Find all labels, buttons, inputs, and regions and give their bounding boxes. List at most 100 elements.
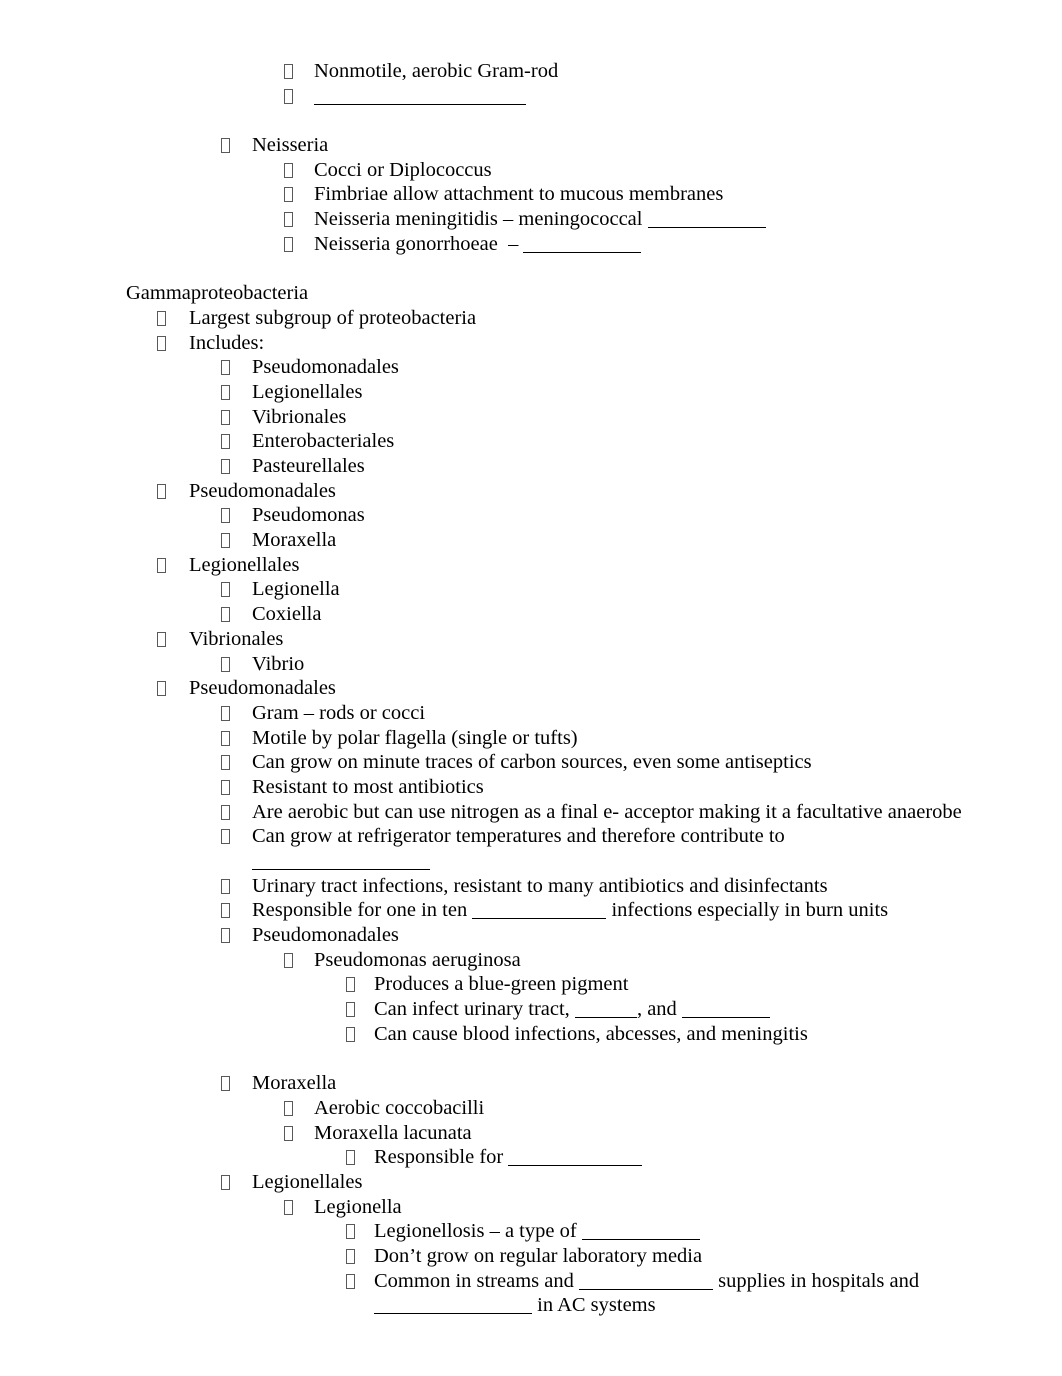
list-item: Legionella [0, 1195, 1062, 1220]
list-item-line-2: in AC systems [374, 1293, 919, 1318]
bullet-box-icon [346, 1249, 355, 1264]
document-page: Nonmotile, aerobic Gram-rod Neisseria Co… [0, 0, 1062, 1376]
list-item: Legionellales [0, 380, 1062, 405]
bullet-box-icon [221, 829, 230, 845]
bullet-box-icon [221, 582, 230, 598]
list-item-text-tail: supplies in hospitals and [712, 1269, 920, 1292]
list-item: Don’t grow on regular laboratory media [0, 1244, 1062, 1269]
list-item: Legionellales [0, 553, 1062, 578]
list-item: Aerobic coccobacilli [0, 1096, 1062, 1121]
bullet-box-icon [221, 779, 230, 795]
list-item: Gram – rods or cocci [0, 701, 1062, 726]
list-item-label: Responsible for one in ten infections es… [252, 898, 888, 923]
bullet-box-icon [221, 508, 230, 524]
list-item-label: Pseudomonas [252, 504, 365, 527]
section-heading-label: Gammaproteobacteria [126, 282, 309, 305]
list-item-label: Coxiella [252, 603, 322, 626]
list-item-label: Legionellales [252, 380, 363, 403]
list-item: Pseudomonadales [0, 923, 1062, 948]
bullet-box-icon [346, 1150, 355, 1166]
bullet-box-icon [157, 310, 166, 326]
list-item: Can infect urinary tract, , and [0, 997, 1062, 1022]
list-item: Pseudomonadales [0, 676, 1062, 701]
list-item-label: Motile by polar flagella (single or tuft… [252, 726, 578, 749]
list-item-text: Common in streams and [374, 1269, 579, 1292]
list-item-label: Responsible for [374, 1145, 643, 1170]
list-item-label: Nonmotile, aerobic Gram-rod [314, 60, 559, 82]
list-item: Neisseria [0, 133, 1062, 158]
list-item-blank [0, 84, 1062, 109]
bullet-box-icon [221, 434, 230, 450]
bullet-box-icon [284, 88, 293, 104]
list-item: Can grow on minute traces of carbon sour… [0, 750, 1062, 775]
list-item-label: Moraxella lacunata [314, 1121, 472, 1144]
bullet-box-icon [284, 1125, 293, 1141]
list-item: Legionella [0, 577, 1062, 602]
list-item-label: Pasteurellales [252, 455, 365, 477]
list-item-label: Pseudomonadales [189, 479, 336, 502]
blank-underline [647, 213, 766, 229]
blank-underline [574, 1003, 637, 1019]
list-item-text: Responsible for one in ten [252, 899, 473, 922]
bullet-box-icon [221, 607, 230, 623]
list-item: Vibrionales [0, 405, 1062, 430]
list-item: Neisseria gonorrhoeae – [0, 232, 1062, 257]
list-item-text: Neisseria gonorrhoeae – [314, 232, 524, 255]
list-item-text: Can infect urinary tract, [374, 998, 575, 1021]
bullet-box-icon [284, 1199, 293, 1215]
bullet-box-icon [221, 533, 230, 549]
list-item-text-tail2: in AC systems [532, 1294, 656, 1317]
bullet-box-icon [346, 1026, 355, 1042]
list-item-label: Pseudomonadales [252, 924, 399, 947]
list-item: Pasteurellales [0, 454, 1062, 479]
bullet-box-icon [346, 1224, 355, 1240]
list-item-label: Don’t grow on regular laboratory media [374, 1245, 703, 1267]
list-item-label: Can infect urinary tract, , and [374, 997, 770, 1022]
list-item-label: Gram – rods or cocci [252, 701, 426, 724]
bullet-box-icon [157, 681, 166, 697]
bullet-box-icon [221, 903, 230, 919]
list-item: Common in streams and supplies in hospit… [0, 1269, 1062, 1318]
bullet-box-icon [221, 730, 230, 746]
bullet-box-icon [221, 755, 230, 771]
bullet-box-icon [284, 952, 293, 968]
list-item: Responsible for one in ten infections es… [0, 898, 1062, 923]
list-item-label: Neisseria [252, 134, 329, 157]
list-item: Legionellales [0, 1170, 1062, 1195]
list-item: Vibrionales [0, 627, 1062, 652]
bullet-box-icon [157, 631, 166, 647]
list-item: Moraxella lacunata [0, 1121, 1062, 1146]
list-item-label: Legionellosis – a type of [374, 1219, 700, 1244]
bullet-box-icon [221, 1076, 230, 1092]
list-item-label: Legionellales [252, 1170, 363, 1193]
list-item-text-tail: infections especially in burn units [606, 899, 889, 922]
list-item: Can cause blood infections, abcesses, an… [0, 1022, 1062, 1047]
list-item-label: Enterobacteriales [252, 430, 395, 453]
list-item: Resistant to most antibiotics [0, 775, 1062, 800]
list-item-label: Vibrio [252, 652, 305, 675]
bullet-box-icon [221, 804, 230, 820]
list-item-label: Legionella [314, 1195, 402, 1218]
list-item: Nonmotile, aerobic Gram-rod [0, 59, 1062, 84]
list-item: Neisseria meningitidis – meningococcal [0, 207, 1062, 232]
bullet-box-icon [157, 335, 166, 351]
list-item-label: Fimbriae allow attachment to mucous memb… [314, 183, 724, 206]
list-item-label: Pseudomonadales [189, 677, 336, 700]
fill-in-blank [252, 849, 785, 874]
list-item-text: Responsible for [374, 1146, 509, 1169]
list-item: Enterobacteriales [0, 429, 1062, 454]
blank-underline [581, 1225, 700, 1241]
bullet-box-icon [221, 138, 230, 154]
list-item: Are aerobic but can use nitrogen as a fi… [0, 800, 1062, 825]
list-item: Moraxella [0, 1071, 1062, 1096]
list-item-label: Can grow on minute traces of carbon sour… [252, 751, 812, 774]
list-item-label: Can grow at refrigerator temperatures an… [252, 824, 785, 873]
list-item: Responsible for [0, 1145, 1062, 1170]
list-item-label: Neisseria gonorrhoeae – [314, 232, 642, 257]
bullet-box-icon [284, 1100, 293, 1116]
blank-underline [252, 855, 430, 870]
list-item: Urinary tract infections, resistant to m… [0, 874, 1062, 899]
list-item: Coxiella [0, 602, 1062, 627]
